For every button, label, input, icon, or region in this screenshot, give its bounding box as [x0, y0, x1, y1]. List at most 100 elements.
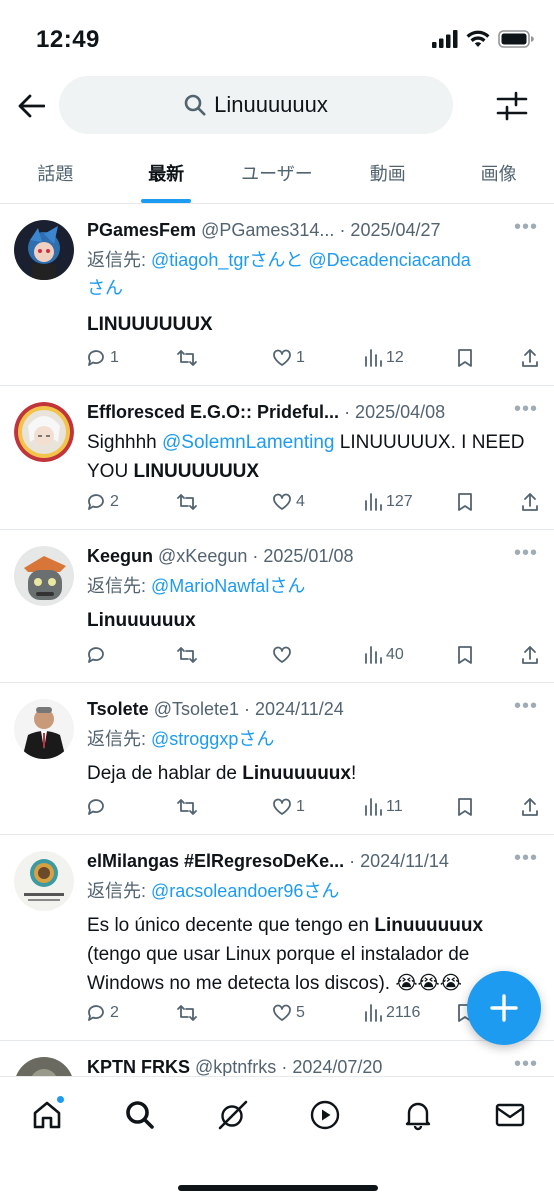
reply-icon: [88, 647, 104, 663]
user-handle: @kptnfrks: [195, 1057, 277, 1077]
tweet-date: · 2025/01/08: [252, 546, 354, 566]
reply-button[interactable]: [86, 645, 110, 665]
mention-link[interactable]: @stroggxp: [151, 729, 238, 749]
mention-link[interactable]: @Decadenciacanda: [308, 250, 470, 270]
like-button[interactable]: 5: [272, 1003, 305, 1023]
like-button[interactable]: 1: [272, 348, 305, 368]
views-button[interactable]: 11: [364, 797, 403, 817]
bookmark-button[interactable]: [456, 348, 474, 368]
wifi-icon: [466, 30, 490, 47]
more-icon[interactable]: •••: [514, 695, 538, 718]
tweet-actions: 1 1 12: [80, 348, 550, 378]
tweet-text: Sighhhh @SolemnLamenting LINUUUUUX. I NE…: [87, 432, 525, 482]
display-name[interactable]: elMilangas #ElRegresoDeKe...: [87, 851, 344, 871]
like-button[interactable]: [272, 645, 296, 665]
share-icon: [522, 493, 538, 511]
display-name[interactable]: PGamesFem: [87, 220, 196, 240]
display-name[interactable]: Keegun: [87, 546, 153, 566]
mention-link[interactable]: @racsoleandoer96: [151, 881, 303, 901]
bookmark-icon: [458, 646, 472, 664]
tweet-text: Es lo único decente que tengo en Linuuuu…: [87, 915, 484, 994]
share-icon: [522, 646, 538, 664]
search-tabs: 話題 最新 ユーザー 動画 画像: [0, 142, 554, 204]
tweet-header: KPTN FRKS @kptnfrks · 2024/07/20: [87, 1057, 494, 1078]
views-button[interactable]: 2116: [364, 1003, 420, 1023]
retweet-button[interactable]: [176, 797, 202, 817]
nav-home[interactable]: [27, 1095, 67, 1135]
tweet[interactable]: Tsolete @Tsolete1 · 2024/11/24 ••• 返信先: …: [0, 683, 554, 835]
display-name[interactable]: Tsolete: [87, 699, 149, 719]
tweet-header: Effloresced E.G.O:: Prideful... · 2025/0…: [87, 402, 494, 423]
more-icon[interactable]: •••: [514, 1053, 538, 1076]
tab-media[interactable]: 画像: [443, 142, 554, 203]
bottom-nav: [0, 1076, 554, 1200]
bookmark-button[interactable]: [456, 645, 474, 665]
views-button[interactable]: 12: [364, 348, 404, 368]
notification-dot: [56, 1095, 65, 1104]
heart-icon: [273, 1004, 291, 1021]
avatar[interactable]: [14, 546, 74, 606]
home-indicator: [178, 1185, 378, 1191]
nav-video[interactable]: [305, 1095, 345, 1135]
share-icon: [522, 349, 538, 367]
retweet-button[interactable]: [176, 492, 202, 512]
reply-button[interactable]: 1: [86, 348, 119, 368]
share-button[interactable]: [520, 797, 540, 817]
reply-icon: [88, 1005, 104, 1021]
reply-button[interactable]: [86, 797, 110, 817]
tweet-header: Tsolete @Tsolete1 · 2024/11/24: [87, 699, 494, 720]
filter-button[interactable]: [494, 88, 530, 124]
reply-to: 返信先: @stroggxpさん: [87, 729, 275, 749]
like-button[interactable]: 4: [272, 492, 305, 512]
share-button[interactable]: [520, 645, 540, 665]
reply-button[interactable]: 2: [86, 492, 119, 512]
like-button[interactable]: 1: [272, 797, 305, 817]
tab-top[interactable]: 話題: [0, 142, 111, 203]
avatar[interactable]: [14, 402, 74, 462]
tab-videos[interactable]: 動画: [332, 142, 443, 203]
avatar[interactable]: [14, 851, 74, 911]
tweet[interactable]: PGamesFem @PGames314... · 2025/04/27 •••…: [0, 204, 554, 386]
nav-messages[interactable]: [490, 1095, 530, 1135]
display-name[interactable]: Effloresced E.G.O:: Prideful...: [87, 402, 339, 422]
more-icon[interactable]: •••: [514, 542, 538, 565]
share-button[interactable]: [520, 492, 540, 512]
mention-link[interactable]: @tiagoh_tgr: [151, 250, 249, 270]
nav-notifications[interactable]: [398, 1095, 438, 1135]
tweet-header: PGamesFem @PGames314... · 2025/04/27: [87, 220, 494, 241]
retweet-icon: [177, 350, 197, 366]
tweet[interactable]: Effloresced E.G.O:: Prideful... · 2025/0…: [0, 386, 554, 530]
nav-grok[interactable]: [213, 1095, 253, 1135]
views-button[interactable]: 127: [364, 492, 413, 512]
compose-button[interactable]: [467, 971, 541, 1045]
more-icon[interactable]: •••: [514, 398, 538, 421]
search-icon: [184, 94, 206, 116]
bookmark-button[interactable]: [456, 797, 474, 817]
search-input[interactable]: Linuuuuuux: [59, 76, 453, 134]
avatar[interactable]: [14, 699, 74, 759]
mention-link[interactable]: @SolemnLamenting: [162, 432, 334, 453]
bookmark-icon: [458, 349, 472, 367]
display-name[interactable]: KPTN FRKS: [87, 1057, 190, 1077]
avatar[interactable]: [14, 220, 74, 280]
signal-icon: [432, 30, 458, 48]
views-icon: [365, 798, 382, 816]
share-button[interactable]: [520, 348, 540, 368]
retweet-button[interactable]: [176, 1003, 202, 1023]
tweet-date: · 2024/07/20: [281, 1057, 383, 1077]
tab-people[interactable]: ユーザー: [222, 142, 333, 203]
views-button[interactable]: 40: [364, 645, 404, 665]
bookmark-button[interactable]: [456, 492, 474, 512]
tweet-date: · 2025/04/08: [344, 402, 446, 422]
user-handle: @Tsolete1: [153, 699, 240, 719]
more-icon[interactable]: •••: [514, 847, 538, 870]
back-button[interactable]: [14, 86, 48, 126]
tab-latest[interactable]: 最新: [111, 142, 222, 203]
retweet-button[interactable]: [176, 348, 202, 368]
tweet[interactable]: Keegun @xKeegun · 2025/01/08 ••• 返信先: @M…: [0, 530, 554, 683]
mention-link[interactable]: @MarioNawfal: [151, 576, 269, 596]
retweet-button[interactable]: [176, 645, 202, 665]
more-icon[interactable]: •••: [514, 216, 538, 239]
nav-search[interactable]: [120, 1095, 160, 1135]
reply-button[interactable]: 2: [86, 1003, 119, 1023]
